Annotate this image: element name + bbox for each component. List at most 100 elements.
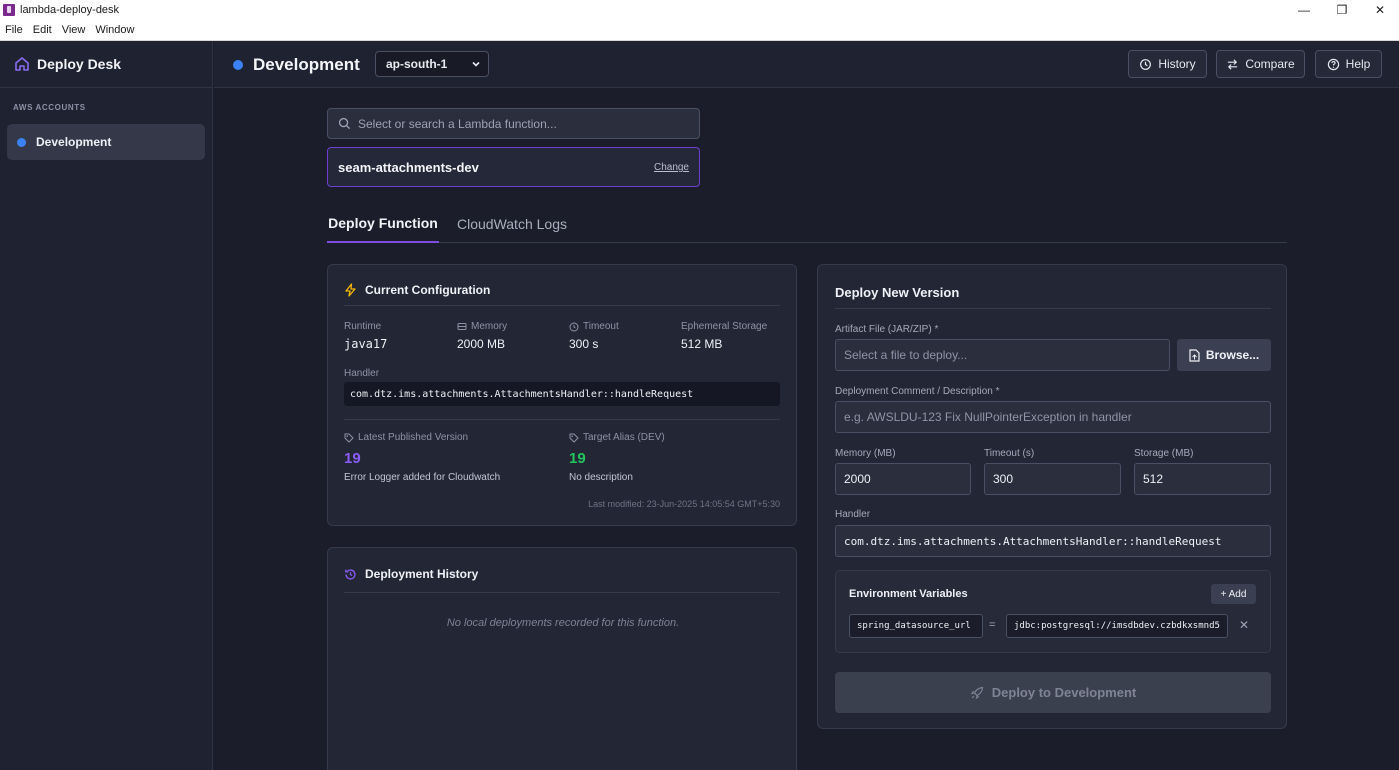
artifact-file-input[interactable]: Select a file to deploy... [835, 339, 1170, 371]
sidebar-item-development[interactable]: Development [7, 124, 205, 160]
runtime-value: java17 [344, 337, 388, 351]
memory-icon [457, 323, 467, 330]
runtime-label: Runtime [344, 321, 382, 332]
window-title: lambda-deploy-desk [20, 4, 120, 16]
compare-button[interactable]: Compare [1216, 50, 1305, 78]
history-icon [345, 568, 356, 580]
timeout-label: Timeout [583, 321, 619, 332]
comment-label: Deployment Comment / Description * [835, 386, 1000, 397]
sidebar: Deploy Desk AWS ACCOUNTS Development [0, 41, 213, 770]
history-title-text: Deployment History [365, 567, 479, 581]
brand-name: Deploy Desk [37, 56, 122, 72]
last-modified: Last modified: 23-Jun-2025 14:05:54 GMT+… [588, 499, 780, 509]
browse-button[interactable]: Browse... [1177, 339, 1271, 371]
environment-title: Development [233, 41, 360, 88]
function-search-input[interactable]: Select or search a Lambda function... [327, 108, 700, 139]
lightning-icon [345, 283, 356, 297]
storage-input[interactable]: 512 [1134, 463, 1271, 495]
handler-value: com.dtz.ims.attachments.AttachmentsHandl… [344, 382, 780, 406]
search-icon [338, 117, 351, 130]
status-dot [17, 137, 26, 147]
storage-mb-label: Storage (MB) [1134, 448, 1194, 459]
environment-name: Development [253, 54, 360, 74]
memory-value: 2000 MB [457, 337, 506, 351]
close-icon[interactable]: ✕ [1361, 0, 1399, 20]
memory-label: Memory [471, 321, 508, 332]
deployment-comment-input[interactable]: e.g. AWSLDU-123 Fix NullPointerException… [835, 401, 1271, 433]
browse-button-label: Browse... [1205, 348, 1260, 362]
app-icon [3, 4, 15, 16]
history-button-label: History [1158, 57, 1196, 71]
tag-icon [569, 433, 579, 443]
menu-bar: File Edit View Window [0, 20, 1399, 41]
history-icon [1140, 58, 1152, 70]
environment-variables-panel: Environment Variables + Add spring_datas… [835, 570, 1271, 653]
help-icon [1327, 58, 1339, 70]
help-button[interactable]: Help [1315, 50, 1382, 78]
history-title: Deployment History [344, 567, 478, 581]
brand: Deploy Desk [0, 41, 212, 88]
divider [344, 592, 780, 593]
divider [835, 308, 1271, 309]
storage-value: 512 MB [681, 337, 723, 351]
alias-version-number: 19 [569, 450, 586, 467]
divider [344, 419, 780, 420]
deploy-new-version-card: Deploy New Version Artifact File (JAR/ZI… [817, 264, 1287, 729]
timeout-input[interactable]: 300 [984, 463, 1121, 495]
help-button-label: Help [1345, 57, 1371, 71]
menu-view[interactable]: View [62, 24, 86, 36]
artifact-label: Artifact File (JAR/ZIP) * [835, 324, 939, 335]
home-icon [15, 57, 29, 71]
env-vars-title: Environment Variables [849, 588, 968, 600]
history-empty-message: No local deployments recorded for this f… [446, 617, 680, 629]
handler-input[interactable]: com.dtz.ims.attachments.AttachmentsHandl… [835, 525, 1271, 557]
compare-icon [1228, 58, 1238, 70]
latest-version-label-group: Latest Published Version [344, 432, 468, 443]
env-var-equals: = [989, 619, 996, 631]
config-title-text: Current Configuration [365, 283, 491, 297]
env-var-value-input[interactable]: jdbc:postgresql://imsdbdev.czbdkxsmnd5 [1006, 614, 1228, 638]
menu-edit[interactable]: Edit [33, 24, 52, 36]
tag-icon [344, 433, 354, 443]
latest-version-description: Error Logger added for Cloudwatch [344, 472, 501, 483]
chevron-down-icon [472, 61, 480, 67]
menu-window[interactable]: Window [95, 24, 134, 36]
memory-mb-label: Memory (MB) [835, 448, 896, 459]
selected-function-name: seam-attachments-dev [338, 159, 479, 175]
config-title: Current Configuration [344, 283, 490, 297]
menu-file[interactable]: File [5, 24, 23, 36]
latest-version-number: 19 [344, 450, 361, 467]
handler-label: Handler [344, 368, 380, 379]
env-var-key-input[interactable]: spring_datasource_url [849, 614, 983, 638]
function-search-placeholder: Select or search a Lambda function... [358, 116, 557, 131]
environment-status-dot [233, 59, 243, 70]
rocket-icon [970, 686, 983, 699]
deployment-history-card: Deployment History No local deployments … [327, 547, 797, 770]
deploy-button-label: Deploy to Development [991, 685, 1137, 700]
memory-label-group: Memory [457, 321, 507, 332]
deploy-button[interactable]: Deploy to Development [835, 672, 1271, 713]
storage-label: Ephemeral Storage [681, 321, 768, 332]
add-env-var-button[interactable]: + Add [1211, 584, 1256, 604]
restore-icon[interactable]: ❐ [1323, 0, 1361, 20]
os-title-bar: lambda-deploy-desk — ❐ ✕ [0, 0, 1399, 20]
deploy-title: Deploy New Version [835, 285, 960, 300]
tab-cloudwatch-logs[interactable]: CloudWatch Logs [451, 205, 573, 243]
history-button[interactable]: History [1128, 50, 1207, 78]
tab-bar: Deploy Function CloudWatch Logs [327, 205, 1287, 243]
remove-env-var-icon[interactable]: ✕ [1239, 618, 1249, 632]
alias-description: No description [569, 472, 633, 483]
change-function-link[interactable]: Change [654, 162, 689, 173]
latest-version-label: Latest Published Version [358, 432, 469, 443]
alias-label-group: Target Alias (DEV) [569, 432, 665, 443]
alias-label: Target Alias (DEV) [583, 432, 665, 443]
divider [344, 305, 780, 306]
compare-button-label: Compare [1245, 57, 1295, 71]
region-select[interactable]: ap-south-1 [375, 51, 489, 77]
selected-function: seam-attachments-dev Change [327, 147, 700, 187]
minimize-icon[interactable]: — [1285, 0, 1323, 20]
tab-deploy-function[interactable]: Deploy Function [327, 205, 439, 243]
clock-icon [569, 322, 579, 331]
handler-input-label: Handler [835, 509, 871, 520]
memory-input[interactable]: 2000 [835, 463, 971, 495]
